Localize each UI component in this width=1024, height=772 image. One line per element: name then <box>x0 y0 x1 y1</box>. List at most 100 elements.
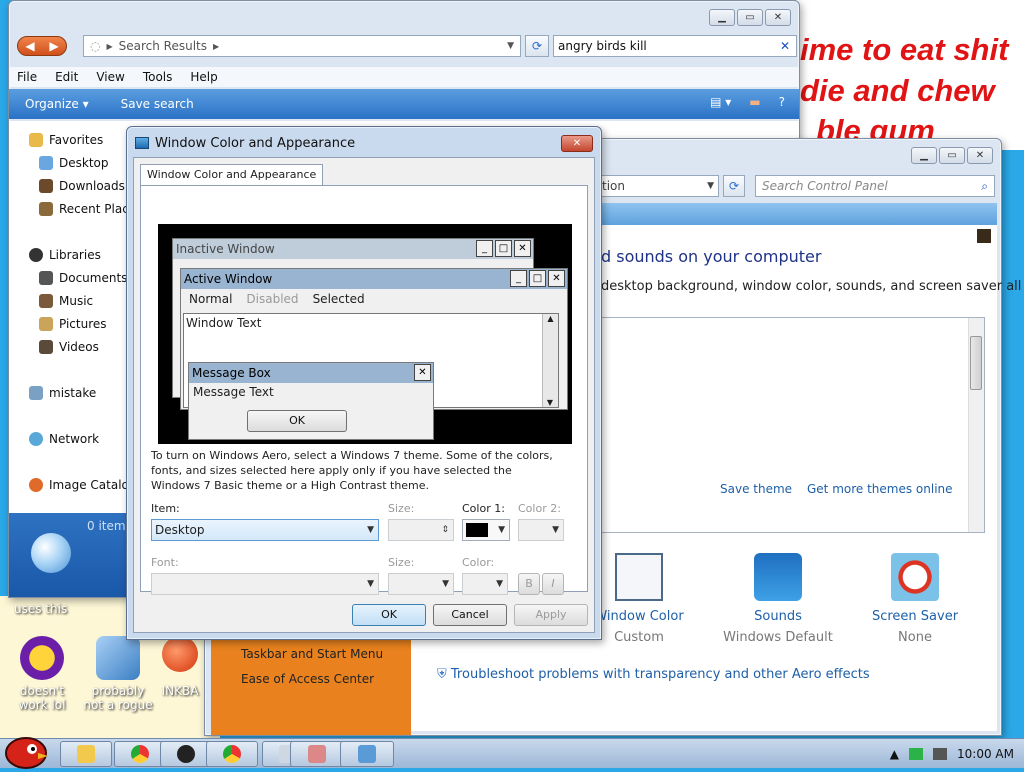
back-button[interactable]: ◀ <box>18 37 42 55</box>
get-more-themes-link[interactable]: Get more themes online <box>807 482 953 496</box>
help-icon[interactable] <box>977 229 991 243</box>
maximize-button[interactable]: ▭ <box>939 147 965 164</box>
desktop-icon-label: INKBA <box>161 684 199 698</box>
paint-icon <box>308 745 326 763</box>
taskbar-start-menu-link[interactable]: Taskbar and Start Menu <box>241 647 383 661</box>
menu-help[interactable]: Help <box>190 67 217 87</box>
nav-recent-places[interactable]: Recent Plac <box>39 202 129 216</box>
inkball-icon <box>162 636 198 672</box>
close-button[interactable]: ✕ <box>967 147 993 164</box>
address-row: ◀ ▶ ◌ ▶ Search Results ▶ ▼ ⟳ angry birds… <box>13 32 797 60</box>
troubleshoot-link[interactable]: Troubleshoot problems with transparency … <box>451 667 870 682</box>
menu-view[interactable]: View <box>96 67 124 87</box>
minimize-button[interactable]: ▁ <box>911 147 937 164</box>
preview-pane-icon[interactable]: ▬ <box>749 95 760 109</box>
sounds-item[interactable]: Sounds Windows Default <box>718 553 838 645</box>
nav-favorites[interactable]: Favorites <box>29 133 103 147</box>
clear-search-icon[interactable]: ✕ <box>780 36 790 56</box>
desktop-icon-label: doesn't <box>19 684 65 698</box>
preview-scrollbar: ▲ ▼ <box>542 314 558 407</box>
nav-mistake[interactable]: mistake <box>29 386 96 400</box>
minimize-button[interactable]: ▁ <box>709 9 735 26</box>
libraries-icon <box>29 248 43 262</box>
screen-saver-value: None <box>898 630 932 645</box>
help-icon[interactable]: ? <box>779 95 785 109</box>
address-dropdown-icon[interactable]: ▼ <box>507 41 514 51</box>
desktop-icon-yahoo[interactable]: doesn't work lol <box>4 636 80 712</box>
wallpaper-text-2: die and chew <box>800 73 995 108</box>
bold-button[interactable]: B <box>518 573 540 595</box>
nav-libraries[interactable]: Libraries <box>29 248 101 262</box>
refresh-button[interactable]: ⟳ <box>525 35 549 57</box>
display-icon <box>358 745 376 763</box>
network-icon <box>29 432 43 446</box>
font-color-picker[interactable]: ▼ <box>462 573 508 595</box>
ok-button[interactable]: OK <box>352 604 426 626</box>
clock[interactable]: 10:00 AM <box>957 747 1014 761</box>
control-panel-address-bar[interactable]: tion ▼ <box>599 175 719 197</box>
taskbar-paint-button[interactable] <box>290 741 344 767</box>
theme-list-scrollbar[interactable] <box>968 318 984 532</box>
view-options-icon[interactable]: ▤ ▾ <box>710 95 731 109</box>
menu-file[interactable]: File <box>17 67 37 87</box>
desktop-icon-program[interactable]: probably not a rogue <box>80 636 156 712</box>
wallpaper-caption: uses this <box>14 602 68 616</box>
start-button[interactable] <box>2 729 50 769</box>
close-button[interactable]: ✕ <box>765 9 791 26</box>
nav-documents[interactable]: Documents <box>39 271 127 285</box>
cancel-button[interactable]: Cancel <box>433 604 507 626</box>
control-panel-search-input[interactable]: Search Control Panel ⌕ <box>755 175 995 197</box>
scroll-up-icon: ▲ <box>547 314 554 323</box>
nav-videos[interactable]: Videos <box>39 340 99 354</box>
nav-image-catalog[interactable]: Image Catalo <box>29 478 129 492</box>
ease-of-access-link[interactable]: Ease of Access Center <box>241 672 374 686</box>
address-dropdown-icon[interactable]: ▼ <box>707 176 714 196</box>
save-search-button[interactable]: Save search <box>121 97 194 111</box>
taskbar-explorer-button[interactable] <box>60 741 112 767</box>
menu-tools[interactable]: Tools <box>143 67 173 87</box>
personalization-caption-buttons: ▁ ▭ ✕ <box>911 147 993 164</box>
organize-button[interactable]: Organize ▾ <box>25 97 89 111</box>
nav-label: Downloads <box>59 179 125 193</box>
apply-button[interactable]: Apply <box>514 604 588 626</box>
show-hidden-icons[interactable]: ▲ <box>890 747 899 761</box>
maximize-button[interactable]: ▭ <box>737 9 763 26</box>
desktop-icon-label: probably <box>91 684 145 698</box>
taskbar-app-button[interactable] <box>160 741 212 767</box>
color2-picker[interactable]: ▼ <box>518 519 564 541</box>
nav-downloads[interactable]: Downloads <box>39 179 125 193</box>
nav-network[interactable]: Network <box>29 432 99 446</box>
nav-music[interactable]: Music <box>39 294 93 308</box>
battery-icon[interactable] <box>909 748 924 760</box>
taskbar-chrome2-button[interactable] <box>206 741 258 767</box>
font-select[interactable]: ▼ <box>151 573 379 595</box>
nav-pictures[interactable]: Pictures <box>39 317 107 331</box>
size-spinner[interactable]: ⇕ <box>388 519 454 541</box>
preview-inactive-buttons: _ □ ✕ <box>476 240 531 257</box>
nav-label: Videos <box>59 340 99 354</box>
nav-label: Libraries <box>49 248 101 262</box>
menu-edit[interactable]: Edit <box>55 67 78 87</box>
appearance-preview[interactable]: Inactive Window _ □ ✕ Active Window _ □ ✕ No… <box>158 224 572 444</box>
save-theme-link[interactable]: Save theme <box>720 482 792 496</box>
font-size-select[interactable]: ▼ <box>388 573 454 595</box>
scrollbar-thumb[interactable] <box>970 336 982 390</box>
taskbar-personalization-button[interactable] <box>340 741 394 767</box>
chevron-down-icon: ▼ <box>367 525 374 535</box>
italic-button[interactable]: I <box>542 573 564 595</box>
desktop-icon-inkball[interactable]: INKBA <box>152 636 208 698</box>
nav-desktop[interactable]: Desktop <box>39 156 109 170</box>
address-bar[interactable]: ◌ ▶ Search Results ▶ ▼ <box>83 35 521 57</box>
forward-button[interactable]: ▶ <box>42 37 66 55</box>
close-button[interactable]: ✕ <box>561 135 593 152</box>
search-input[interactable]: angry birds kill ✕ <box>553 35 797 57</box>
theme-list[interactable]: Save theme Get more themes online <box>601 317 985 533</box>
tab-window-color[interactable]: Window Color and Appearance <box>140 164 324 186</box>
taskbar-chrome-button[interactable] <box>114 741 166 767</box>
system-tray: ▲ 10:00 AM <box>890 739 1014 769</box>
volume-icon[interactable] <box>933 748 948 760</box>
refresh-button[interactable]: ⟳ <box>723 175 745 197</box>
screen-saver-item[interactable]: Screen Saver None <box>855 553 975 645</box>
color1-picker[interactable]: ▼ <box>462 519 510 541</box>
item-select[interactable]: Desktop ▼ <box>151 519 379 541</box>
